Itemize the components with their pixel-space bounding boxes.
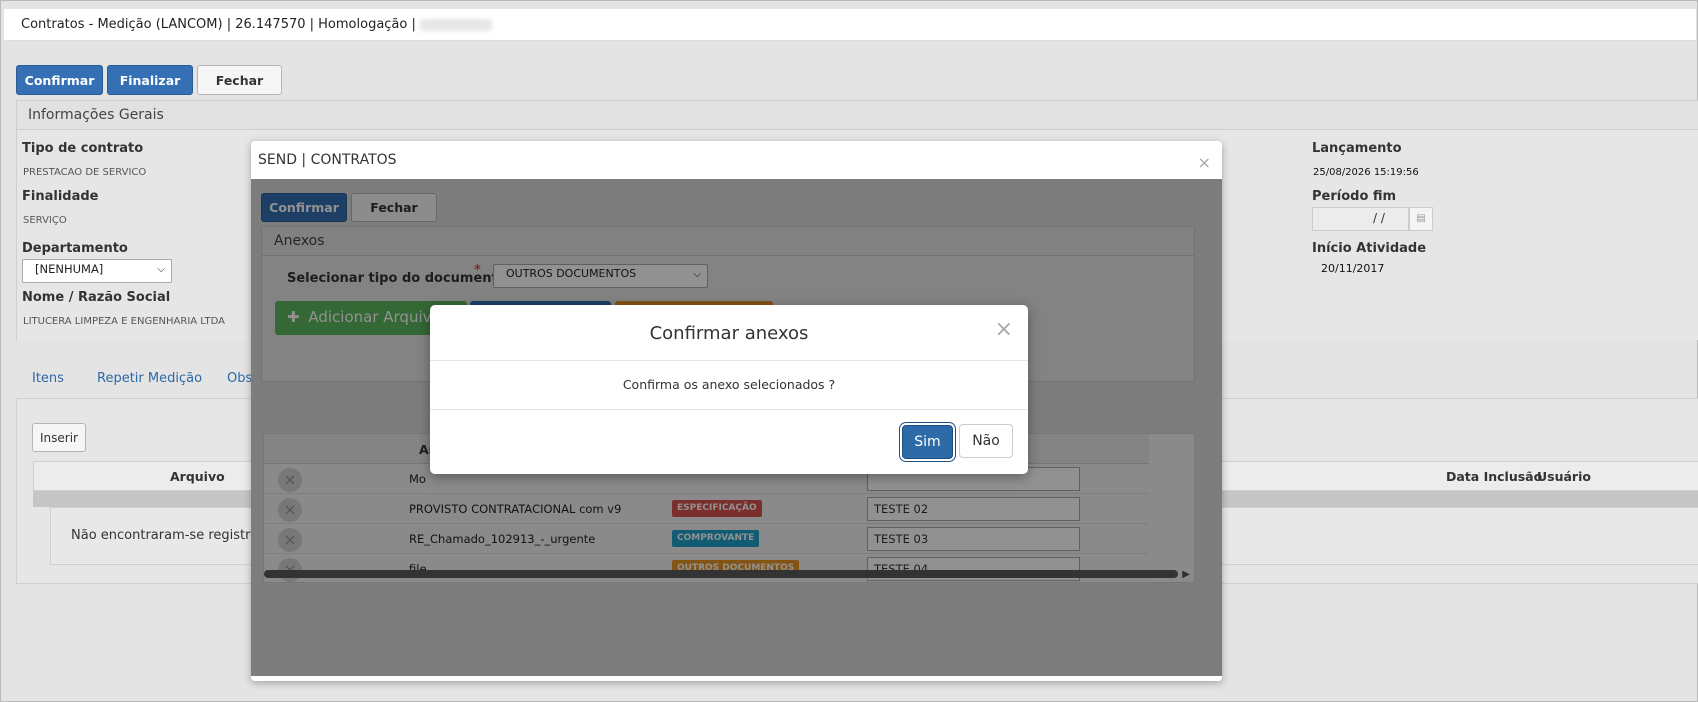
- confirm-attachments-dialog: Confirmar anexos × Confirma os anexo sel…: [430, 305, 1028, 474]
- yes-button[interactable]: Sim: [902, 425, 953, 459]
- send-modal-title: SEND | CONTRATOS: [258, 152, 397, 168]
- confirm-dialog-title: Confirmar anexos: [649, 323, 809, 344]
- divider: [430, 409, 1028, 410]
- send-modal-footer: [251, 676, 1222, 681]
- close-icon[interactable]: ×: [995, 319, 1013, 341]
- no-button[interactable]: Não: [959, 424, 1013, 458]
- close-icon[interactable]: ×: [1198, 153, 1211, 172]
- confirm-dialog-message: Confirma os anexo selecionados ?: [622, 377, 836, 392]
- divider: [430, 360, 1028, 361]
